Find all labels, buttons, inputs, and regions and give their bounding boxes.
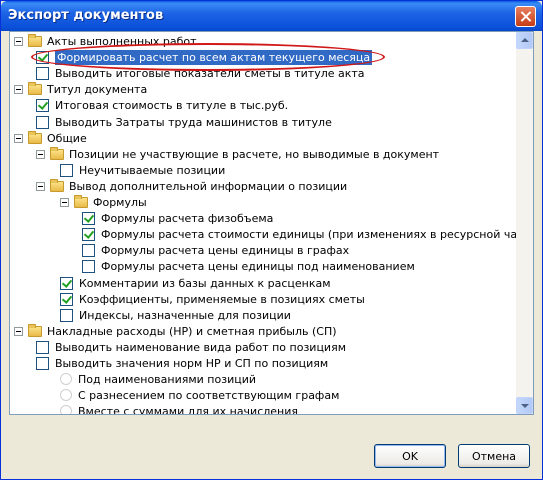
ok-button[interactable]: OK xyxy=(374,444,446,468)
checkbox[interactable] xyxy=(36,66,49,80)
tree-item-label: Выводить Затраты труда машинистов в титу… xyxy=(55,115,332,129)
tree-item[interactable]: Формулы расчета стоимости единицы (при и… xyxy=(82,226,534,242)
checkbox[interactable] xyxy=(60,292,73,306)
folder-icon xyxy=(50,146,64,160)
tree-item[interactable]: Общие xyxy=(14,130,87,146)
tree-item-label: Формировать расчет по всем актам текущег… xyxy=(55,49,373,65)
tree-item-label: Индексы, назначенные для позиции xyxy=(79,308,291,322)
checkbox[interactable] xyxy=(82,227,95,241)
tree-item-label: Формулы расчета стоимости единицы (при и… xyxy=(101,227,534,241)
tree-item[interactable]: Неучитываемые позиции xyxy=(60,162,225,178)
export-dialog: Экспорт документов Акты выполненных рабо… xyxy=(0,0,543,480)
tree-item[interactable]: Выводить значения норм НР и СП по позици… xyxy=(36,355,328,371)
tree-item[interactable]: Акты выполненных работ xyxy=(14,33,197,49)
scroll-up-button[interactable] xyxy=(516,32,533,49)
tree-item-label: Под наименованиями позиций xyxy=(78,372,257,386)
tree-item-label: Выводить значения норм НР и СП по позици… xyxy=(55,356,329,370)
tree-item-label: С разнесением по соответствующим графам xyxy=(78,388,340,402)
folder-icon xyxy=(28,130,42,144)
tree-item[interactable]: Формулы xyxy=(60,194,147,210)
tree-item-label: Формулы xyxy=(93,195,147,209)
tree-item-label: Неучитываемые позиции xyxy=(79,163,226,177)
tree-item-label: Общие xyxy=(47,131,87,145)
tree-item[interactable]: Титул документа xyxy=(14,81,147,97)
tree-item[interactable]: Формулы расчета физобъема xyxy=(82,210,273,226)
window-title: Экспорт документов xyxy=(8,8,164,23)
collapse-icon[interactable] xyxy=(14,326,23,336)
scroll-down-button[interactable] xyxy=(516,397,533,414)
collapse-icon[interactable] xyxy=(60,197,69,207)
tree-item[interactable]: Выводить Затраты труда машинистов в титу… xyxy=(36,114,332,130)
tree-item[interactable]: Накладные расходы (НР) и сметная прибыль… xyxy=(14,323,337,339)
tree-item[interactable]: Индексы, назначенные для позиции xyxy=(60,307,291,323)
checkbox[interactable] xyxy=(36,50,49,64)
close-icon[interactable] xyxy=(515,6,536,27)
checkbox[interactable] xyxy=(36,115,49,129)
tree-item[interactable]: Коэффициенты, применяемые в позициях сме… xyxy=(60,291,365,307)
tree-item[interactable]: Формулы расчета цены единицы в графах xyxy=(82,242,349,258)
collapse-icon[interactable] xyxy=(36,181,45,191)
checkbox[interactable] xyxy=(82,211,95,225)
tree-item[interactable]: Итоговая стоимость в титуле в тыс.руб. xyxy=(36,97,288,113)
tree-item-label: Формулы расчета цены единицы в графах xyxy=(101,243,350,257)
tree-item[interactable]: Выводить наименование вида работ по пози… xyxy=(36,339,346,355)
collapse-icon[interactable] xyxy=(14,36,23,46)
radio-button[interactable] xyxy=(60,373,72,385)
tree-item-label: Титул документа xyxy=(47,82,148,96)
folder-icon xyxy=(74,194,88,208)
radio-button[interactable] xyxy=(60,389,72,401)
radio-button[interactable] xyxy=(60,405,72,414)
collapse-icon[interactable] xyxy=(36,149,45,159)
folder-icon xyxy=(50,178,64,192)
tree-item[interactable]: Выводить итоговые показатели сметы в тит… xyxy=(36,65,365,81)
tree-item[interactable]: Вместе с суммами для их начисления xyxy=(60,403,299,415)
title-bar: Экспорт документов xyxy=(1,1,542,31)
tree-item[interactable]: Формулы расчета цены единицы под наимено… xyxy=(82,258,415,274)
vertical-scrollbar[interactable] xyxy=(516,32,533,414)
checkbox[interactable] xyxy=(36,340,49,354)
folder-icon xyxy=(28,81,42,95)
tree-item-label: Коэффициенты, применяемые в позициях сме… xyxy=(79,292,365,306)
checkbox[interactable] xyxy=(60,163,73,177)
tree-item-label: Акты выполненных работ xyxy=(47,34,197,48)
checkbox[interactable] xyxy=(60,276,73,290)
tree-item[interactable]: Вывод дополнительной информации о позици… xyxy=(36,178,347,194)
tree-item-label: Вместе с суммами для их начисления xyxy=(78,404,299,415)
collapse-icon[interactable] xyxy=(14,133,23,143)
tree-item-label: Формулы расчета цены единицы под наимено… xyxy=(101,259,415,273)
tree-item[interactable]: Формировать расчет по всем актам текущег… xyxy=(36,49,373,65)
tree-item[interactable]: С разнесением по соответствующим графам xyxy=(60,387,339,403)
checkbox[interactable] xyxy=(82,259,95,273)
collapse-icon[interactable] xyxy=(14,84,23,94)
tree-item-label: Вывод дополнительной информации о позици… xyxy=(69,179,348,193)
cancel-button[interactable]: Отмена xyxy=(458,444,530,468)
tree-item-label: Накладные расходы (НР) и сметная прибыль… xyxy=(47,324,337,338)
arrow-down-icon xyxy=(521,404,529,408)
checkbox[interactable] xyxy=(36,356,49,370)
folder-icon xyxy=(28,33,42,47)
tree-item-label: Выводить итоговые показатели сметы в тит… xyxy=(55,66,365,80)
arrow-up-icon xyxy=(521,38,529,42)
tree-item[interactable]: Комментарии из базы данных к расценкам xyxy=(60,275,331,291)
tree-item-label: Выводить наименование вида работ по пози… xyxy=(55,340,346,354)
tree-item-label: Формулы расчета физобъема xyxy=(101,211,274,225)
folder-icon xyxy=(28,323,42,337)
tree-item[interactable]: Позиции не участвующие в расчете, но выв… xyxy=(36,146,439,162)
tree-item-label: Позиции не участвующие в расчете, но выв… xyxy=(69,147,440,161)
tree-item-label: Комментарии из базы данных к расценкам xyxy=(79,276,331,290)
checkbox[interactable] xyxy=(82,243,95,257)
checkbox[interactable] xyxy=(36,98,49,112)
tree-item[interactable]: Под наименованиями позиций xyxy=(60,371,256,387)
options-tree[interactable]: Акты выполненных работ Формировать расчет… xyxy=(9,31,534,415)
checkbox[interactable] xyxy=(60,308,73,322)
tree-item-label: Итоговая стоимость в титуле в тыс.руб. xyxy=(55,98,289,112)
